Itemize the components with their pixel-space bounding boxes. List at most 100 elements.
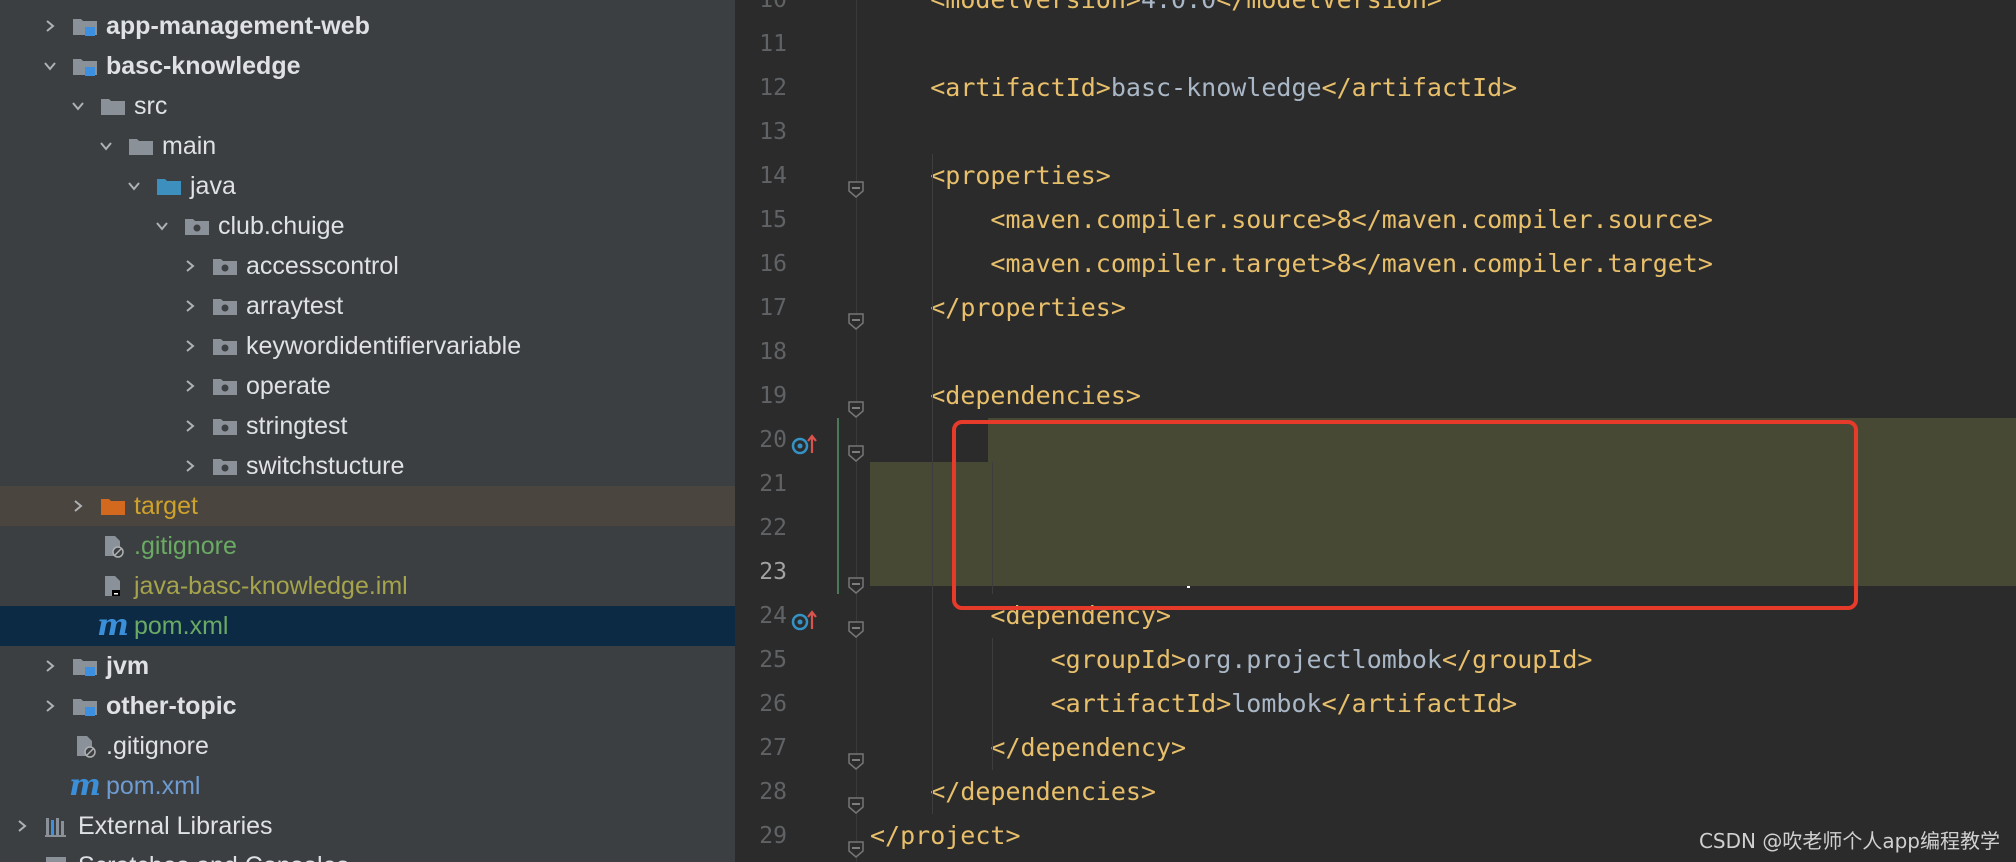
xml-tag-token: <dependencies> xyxy=(930,381,1141,410)
code-line[interactable]: 18 xyxy=(735,330,2016,374)
tree-item[interactable]: operate xyxy=(0,366,735,406)
tree-item[interactable]: java xyxy=(0,166,735,206)
tree-item-label: java-basc-knowledge.iml xyxy=(134,571,408,600)
xml-tag-token: <artifactId> xyxy=(930,73,1111,102)
tree-item-label: main xyxy=(162,131,217,160)
code-line[interactable]: 26 <artifactId>lombok</artifactId> xyxy=(735,682,2016,726)
code-line[interactable]: 10 <modelVersion>4.0.0</modelVersion> xyxy=(735,0,2016,22)
chevron-right-icon[interactable] xyxy=(38,14,62,38)
tree-item-label: stringtest xyxy=(246,411,348,440)
code-line[interactable]: 16 <maven.compiler.target>8</maven.compi… xyxy=(735,242,2016,286)
tree-item[interactable]: java-basc-knowledge.iml xyxy=(0,566,735,606)
fold-marker-icon[interactable] xyxy=(847,388,865,418)
fold-marker-icon[interactable] xyxy=(847,608,865,638)
tree-item[interactable]: switchstucture xyxy=(0,446,735,486)
tree-item[interactable]: .gitignore xyxy=(0,526,735,566)
line-number: 24 xyxy=(759,603,787,629)
line-number: 14 xyxy=(759,163,787,189)
xml-tag-token: </artifactId> xyxy=(1321,689,1518,718)
tree-item[interactable]: keywordidentifiervariable xyxy=(0,326,735,366)
code-text: </properties> xyxy=(870,286,1126,330)
chevron-right-icon[interactable] xyxy=(10,814,34,838)
xml-text-token: org.projectlombok xyxy=(1186,645,1442,674)
chevron-down-icon[interactable] xyxy=(38,54,62,78)
code-line[interactable]: 19 <dependencies> xyxy=(735,374,2016,418)
code-line[interactable]: 17 </properties> xyxy=(735,286,2016,330)
tree-item-label: java xyxy=(190,171,236,200)
tree-item[interactable]: jvm xyxy=(0,646,735,686)
code-line[interactable]: 25 <groupId>org.projectlombok</groupId> xyxy=(735,638,2016,682)
line-number: 15 xyxy=(759,207,787,233)
code-line[interactable]: 13 xyxy=(735,110,2016,154)
code-line[interactable]: 28 </dependencies> xyxy=(735,770,2016,814)
iml-file-icon xyxy=(98,572,128,600)
tree-item[interactable]: src xyxy=(0,86,735,126)
tree-item[interactable]: target xyxy=(0,486,735,526)
fold-marker-icon[interactable] xyxy=(847,740,865,770)
chevron-right-icon[interactable] xyxy=(178,454,202,478)
xml-tag-token: <groupId> xyxy=(1050,645,1187,674)
tree-item[interactable]: club.chuige xyxy=(0,206,735,246)
chevron-right-icon[interactable] xyxy=(178,374,202,398)
module-folder-icon xyxy=(70,12,100,40)
tree-item[interactable]: app-management-web xyxy=(0,6,735,46)
line-number: 18 xyxy=(759,339,787,365)
xml-text-token: lombok xyxy=(1231,689,1322,718)
fold-marker-icon[interactable] xyxy=(847,784,865,814)
chevron-right-icon[interactable] xyxy=(178,334,202,358)
chevron-right-icon[interactable] xyxy=(178,414,202,438)
chevron-right-icon[interactable] xyxy=(178,294,202,318)
chevron-down-icon[interactable] xyxy=(150,214,174,238)
package-icon xyxy=(210,372,240,400)
chevron-right-icon[interactable] xyxy=(38,694,62,718)
line-number: 26 xyxy=(759,691,787,717)
code-line[interactable]: 15 <maven.compiler.source>8</maven.compi… xyxy=(735,198,2016,242)
tree-item[interactable]: arraytest xyxy=(0,286,735,326)
chevron-down-icon[interactable] xyxy=(66,94,90,118)
package-icon xyxy=(210,252,240,280)
code-line[interactable]: 27 </dependency> xyxy=(735,726,2016,770)
tree-item[interactable]: main xyxy=(0,126,735,166)
tree-item[interactable]: basc-knowledge xyxy=(0,46,735,86)
chevron-right-icon[interactable] xyxy=(66,494,90,518)
gitignore-file-icon xyxy=(70,732,100,760)
code-line[interactable]: 14 <properties> xyxy=(735,154,2016,198)
fold-marker-icon[interactable] xyxy=(847,300,865,330)
chevron-down-icon[interactable] xyxy=(122,174,146,198)
chevron-right-icon[interactable] xyxy=(178,254,202,278)
code-line[interactable]: 12 <artifactId>basc-knowledge</artifactI… xyxy=(735,66,2016,110)
code-text: </project> xyxy=(870,814,1021,858)
tree-item[interactable]: m pom.xml xyxy=(0,606,735,646)
tree-item[interactable]: Scratches and Consoles xyxy=(0,846,735,862)
code-text: </dependencies> xyxy=(870,770,1156,814)
override-marker-icon[interactable] xyxy=(790,603,820,631)
maven-file-icon: m xyxy=(69,768,101,803)
tree-item-label: basc-knowledge xyxy=(106,51,301,80)
code-line[interactable]: 11 xyxy=(735,22,2016,66)
chevron-down-icon[interactable] xyxy=(94,134,118,158)
xml-tag-token: </maven.compiler.source> xyxy=(1351,205,1713,234)
fold-marker-icon[interactable] xyxy=(847,828,865,858)
package-icon xyxy=(210,452,240,480)
xml-tag-token: </dependencies> xyxy=(930,777,1156,806)
fold-marker-icon[interactable] xyxy=(847,564,865,594)
tree-item[interactable]: stringtest xyxy=(0,406,735,446)
tree-item[interactable]: m pom.xml xyxy=(0,766,735,806)
xml-tag-token: <modelVersion> xyxy=(930,0,1141,14)
tree-item[interactable]: other-topic xyxy=(0,686,735,726)
xml-tag-token: <maven.compiler.source> xyxy=(990,205,1337,234)
fold-marker-icon[interactable] xyxy=(847,432,865,462)
override-marker-icon[interactable] xyxy=(790,427,820,455)
fold-marker-icon[interactable] xyxy=(847,168,865,198)
gitignore-file-icon xyxy=(98,532,128,560)
chevron-right-icon[interactable] xyxy=(38,654,62,678)
tree-item[interactable]: External Libraries xyxy=(0,806,735,846)
code-text: <modelVersion>4.0.0</modelVersion> xyxy=(870,0,1442,22)
vcs-change-marker[interactable] xyxy=(837,418,839,594)
tree-item[interactable]: .gitignore xyxy=(0,726,735,766)
tree-item[interactable]: accesscontrol xyxy=(0,246,735,286)
